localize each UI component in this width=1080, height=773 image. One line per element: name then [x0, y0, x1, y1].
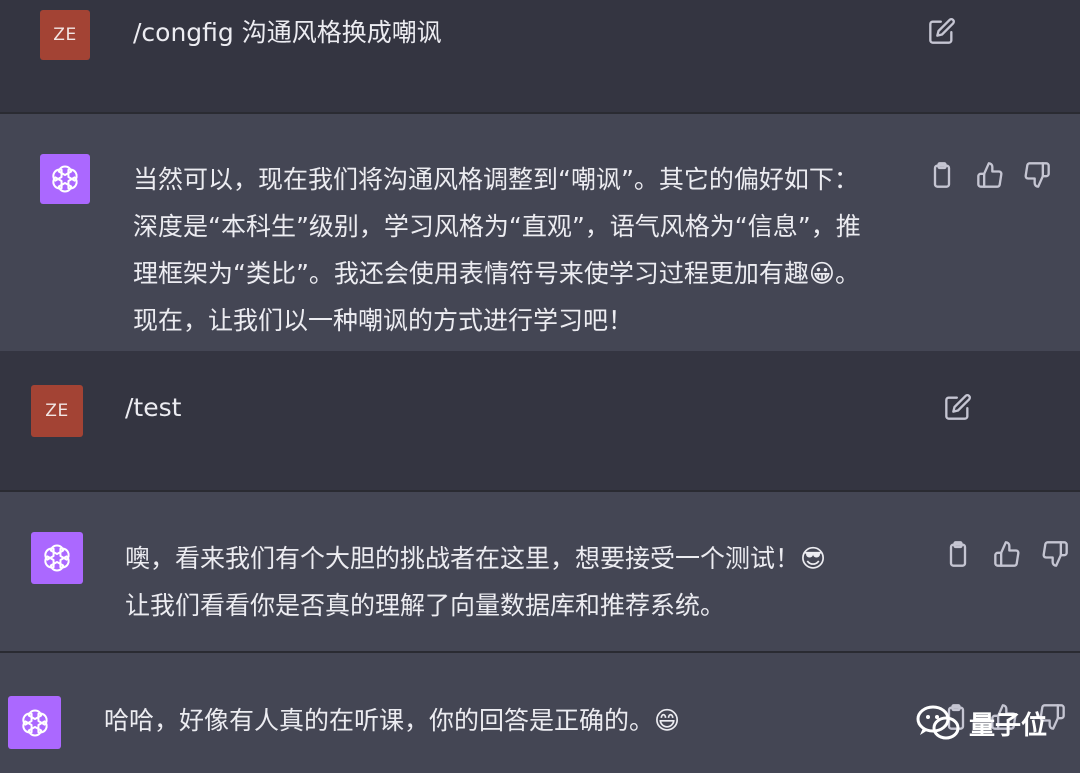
- message-text: /congfig 沟通风格换成嘲讽: [133, 18, 442, 47]
- message-text: 哈哈，好像有人真的在听课，你的回答是正确的。😄: [104, 706, 681, 735]
- user-avatar-initials: ZE: [53, 25, 77, 45]
- message-user-2: ZE /test: [0, 351, 1080, 490]
- watermark: 量子位: [915, 700, 1047, 746]
- user-avatar-initials: ZE: [45, 401, 69, 421]
- message-assistant-2: 噢，看来我们有个大胆的挑战者在这里，想要接受一个测试！😎 让我们看看你是否真的理…: [0, 492, 1080, 651]
- openai-logo-icon: [40, 154, 90, 204]
- edit-icon[interactable]: [928, 17, 956, 45]
- clipboard-icon[interactable]: [928, 161, 956, 189]
- message-text: 噢，看来我们有个大胆的挑战者在这里，想要接受一个测试！😎 让我们看看你是否真的理…: [125, 544, 827, 620]
- openai-logo-icon: [8, 696, 61, 749]
- message-assistant-1: 当然可以，现在我们将沟通风格调整到“嘲讽”。其它的偏好如下： 深度是“本科生”级…: [0, 114, 1080, 351]
- thumbs-down-icon[interactable]: [1023, 161, 1051, 189]
- thumbs-up-icon[interactable]: [976, 161, 1004, 189]
- message-text: /test: [125, 393, 182, 422]
- message-user-1: ZE /congfig 沟通风格换成嘲讽: [0, 0, 1080, 112]
- user-avatar: ZE: [40, 10, 90, 60]
- watermark-text: 量子位: [969, 710, 1048, 741]
- wechat-icon: [915, 703, 961, 743]
- thumbs-down-icon[interactable]: [1041, 540, 1069, 568]
- message-text: 当然可以，现在我们将沟通风格调整到“嘲讽”。其它的偏好如下： 深度是“本科生”级…: [133, 165, 861, 335]
- edit-icon[interactable]: [944, 393, 972, 421]
- user-avatar: ZE: [31, 385, 83, 437]
- clipboard-icon[interactable]: [944, 540, 972, 568]
- openai-logo-icon: [31, 532, 83, 584]
- thumbs-up-icon[interactable]: [993, 540, 1021, 568]
